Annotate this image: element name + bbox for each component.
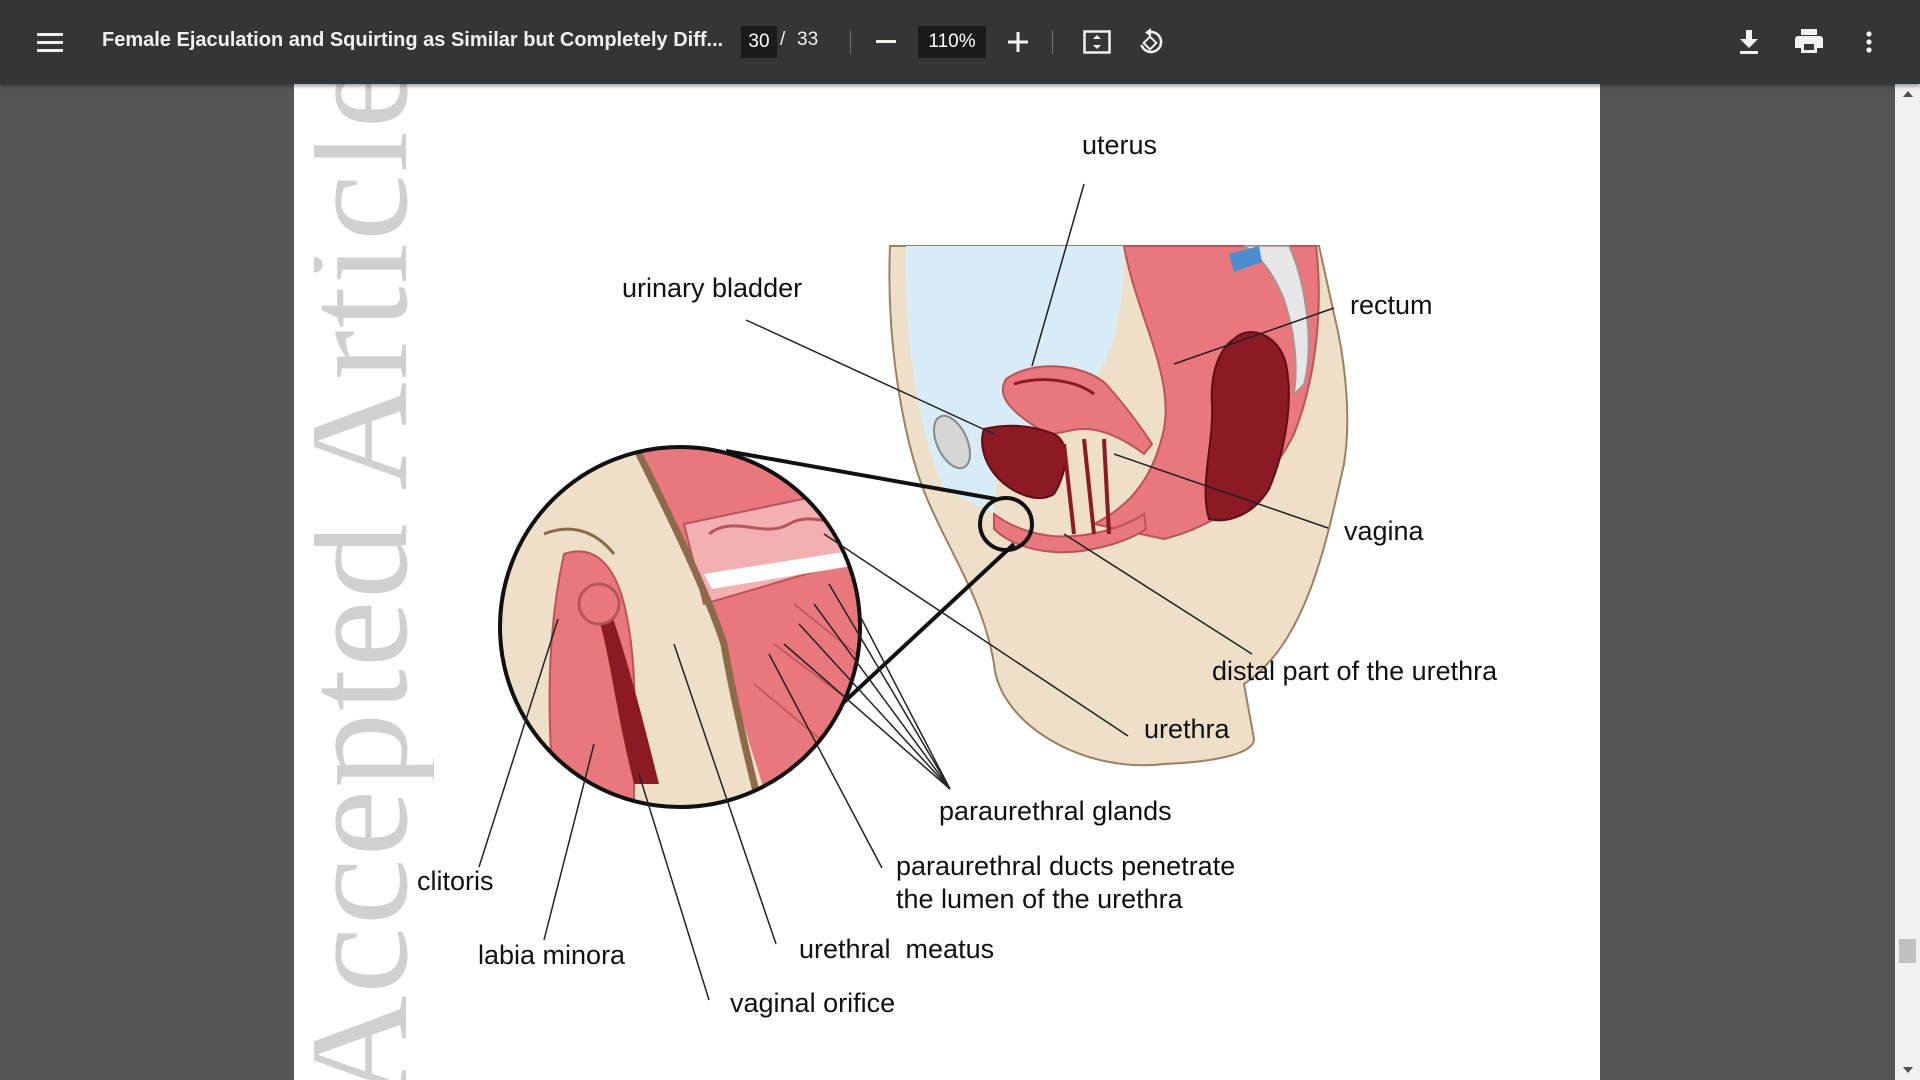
label-paraurethral-glands: paraurethral glands <box>939 796 1172 826</box>
label-uterus: uterus <box>1082 130 1157 160</box>
sagittal-section <box>888 245 1349 767</box>
fit-to-page-button[interactable] <box>1077 22 1117 62</box>
label-urethra: urethra <box>1144 714 1231 744</box>
pdf-toolbar: Female Ejaculation and Squirting as Simi… <box>0 0 1920 84</box>
zoom-out-button[interactable] <box>866 22 906 62</box>
label-vaginal-orifice: vaginal orifice <box>730 988 895 1018</box>
zoom-in-button[interactable] <box>998 22 1038 62</box>
download-icon <box>1740 30 1758 54</box>
arrow-down-icon <box>1902 1067 1913 1073</box>
menu-button[interactable] <box>30 22 70 62</box>
document-viewer[interactable]: Accepted Article uterus urinary bladder … <box>0 84 1895 1080</box>
label-ducts-line1: paraurethral ducts penetrate <box>896 851 1235 881</box>
minus-icon <box>876 40 896 43</box>
page-number-input[interactable]: 30 <box>741 26 777 58</box>
label-distal-urethra: distal part of the urethra <box>1212 656 1498 686</box>
label-urethral-meatus: urethral meatus <box>799 934 994 964</box>
label-clitoris: clitoris <box>417 866 494 896</box>
scrollbar-thumb[interactable] <box>1899 939 1916 963</box>
toolbar-divider <box>850 30 851 54</box>
print-button[interactable] <box>1789 22 1829 62</box>
pdf-page: Accepted Article uterus urinary bladder … <box>294 84 1600 1080</box>
label-ducts-line2: the lumen of the urethra <box>896 884 1184 914</box>
more-actions-button[interactable] <box>1849 22 1889 62</box>
more-vert-icon <box>1866 31 1872 53</box>
menu-icon <box>37 33 63 52</box>
label-rectum: rectum <box>1350 290 1433 320</box>
document-title: Female Ejaculation and Squirting as Simi… <box>102 29 724 51</box>
arrow-up-icon <box>1902 91 1913 97</box>
label-labia-minora: labia minora <box>478 940 626 970</box>
label-vagina: vagina <box>1344 516 1425 546</box>
fit-page-icon <box>1083 30 1111 54</box>
download-button[interactable] <box>1729 22 1769 62</box>
zoom-input[interactable]: 110% <box>918 26 986 58</box>
vertical-scrollbar[interactable] <box>1895 84 1920 1080</box>
print-icon <box>1795 29 1823 53</box>
rotate-button[interactable] <box>1131 22 1171 62</box>
anatomy-figure: uterus urinary bladder rectum vagina dis… <box>417 130 1498 1018</box>
scroll-down-button[interactable] <box>1895 1060 1920 1080</box>
page-separator: / <box>780 29 786 50</box>
label-urinary-bladder: urinary bladder <box>622 273 802 303</box>
plus-icon <box>1008 32 1028 52</box>
toolbar-divider <box>1052 30 1053 54</box>
page-total: 33 <box>797 29 819 50</box>
scroll-up-button[interactable] <box>1895 84 1920 104</box>
rotate-icon <box>1140 28 1163 54</box>
